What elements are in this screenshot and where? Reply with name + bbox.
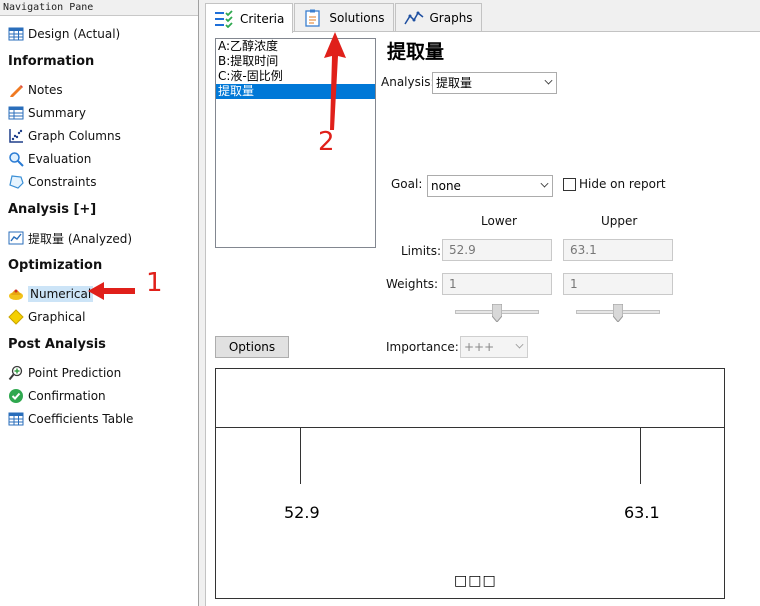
nav-item-label: Graph Columns (28, 129, 121, 143)
nav-item-label: Notes (28, 83, 63, 97)
navigation-pane-title: Navigation Pane (0, 0, 198, 16)
nav-item-label: Numerical (28, 286, 94, 302)
nav-item-constraints[interactable]: Constraints (8, 172, 96, 192)
annotation-arrow-1 (88, 282, 135, 300)
line-chart-icon (8, 231, 24, 245)
limits-label: Limits: (401, 244, 442, 258)
nav-item-numerical[interactable]: Numerical (8, 284, 94, 304)
lower-header: Lower (481, 214, 517, 228)
tab-strip: Criteria Solutions Graphs (205, 3, 483, 33)
analysis-dropdown-value: 提取量 (436, 76, 473, 90)
hide-on-report-checkbox[interactable] (563, 178, 576, 191)
green-check-icon (9, 389, 23, 403)
nav-item-label: 提取量 (Analyzed) (28, 231, 133, 246)
upper-weight-slider-thumb[interactable] (613, 304, 623, 322)
nav-item-label: Summary (28, 106, 86, 120)
nav-item-confirmation[interactable]: Confirmation (8, 386, 106, 406)
list-item[interactable]: B:提取时间 (216, 54, 375, 69)
tab-graphs[interactable]: Graphs (394, 3, 482, 32)
magnifier-icon (9, 152, 24, 167)
chevron-down-icon (540, 179, 549, 188)
graph-divider (216, 427, 724, 428)
hide-on-report-label: Hide on report (579, 177, 666, 191)
tab-solutions[interactable]: Solutions (294, 3, 394, 32)
clipboard-icon (305, 9, 321, 27)
nav-item-label: Graphical (28, 310, 86, 324)
upper-header: Upper (601, 214, 638, 228)
table-grid-icon (8, 412, 24, 426)
zoom-plus-icon (8, 365, 23, 381)
lower-weight-slider-thumb[interactable] (492, 304, 502, 322)
importance-dropdown[interactable]: +++ (460, 336, 528, 358)
weights-label: Weights: (386, 277, 439, 291)
list-item-selected[interactable]: 提取量 (216, 84, 375, 99)
nav-item-label: Point Prediction (28, 366, 122, 380)
section-header-information: Information (8, 54, 95, 69)
lower-weight-field[interactable]: 1 (442, 273, 552, 295)
upper-limit-value: 63.1 (624, 503, 660, 522)
scatter-plot-icon (9, 129, 23, 143)
nav-item-coefficients-table[interactable]: Coefficients Table (8, 409, 133, 429)
constraints-polygon-icon (9, 175, 24, 189)
nav-item-label: Coefficients Table (28, 412, 134, 426)
upper-limit-field[interactable]: 63.1 (563, 239, 673, 261)
options-button[interactable]: Options (215, 336, 289, 358)
nav-item-label: Constraints (28, 175, 97, 189)
tab-label: Solutions (329, 11, 385, 25)
nav-item-label: Evaluation (28, 152, 92, 166)
goal-dropdown-value: none (431, 179, 461, 193)
tab-label: Criteria (240, 11, 285, 26)
table-grid-icon (8, 106, 24, 120)
criteria-panel: A:乙醇浓度 B:提取时间 C:液-固比例 提取量 提取量 Analysis: … (205, 31, 760, 606)
yellow-diamond-icon (8, 309, 24, 325)
upper-weight-field[interactable]: 1 (563, 273, 673, 295)
upper-limit-marker (640, 428, 641, 484)
chevron-down-icon (544, 76, 553, 85)
list-item[interactable]: A:乙醇浓度 (216, 39, 375, 54)
response-title: 提取量 (387, 41, 445, 63)
nav-item-evaluation[interactable]: Evaluation (8, 149, 91, 169)
goal-label: Goal: (391, 177, 423, 191)
annotation-arrow-2 (324, 32, 346, 130)
criteria-icon (215, 9, 233, 28)
nav-item-summary[interactable]: Summary (8, 103, 86, 123)
factor-response-list[interactable]: A:乙醇浓度 B:提取时间 C:液-固比例 提取量 (215, 38, 376, 248)
list-item[interactable]: C:液-固比例 (216, 69, 375, 84)
table-grid-icon (8, 27, 24, 41)
chevron-down-icon (515, 340, 524, 349)
numerical-optimization-icon (9, 289, 23, 300)
section-header-analysis[interactable]: Analysis [+] (8, 202, 96, 217)
lower-limit-marker (300, 428, 301, 484)
nav-item-design[interactable]: Design (Actual) (8, 24, 120, 44)
analysis-label: Analysis: (381, 75, 435, 89)
nav-item-label: Confirmation (28, 389, 106, 403)
tab-label: Graphs (429, 11, 473, 25)
nav-item-graphical[interactable]: Graphical (8, 307, 85, 327)
tab-criteria[interactable]: Criteria (205, 3, 294, 33)
section-header-post-analysis: Post Analysis (8, 337, 106, 352)
nav-item-graph-columns[interactable]: Graph Columns (8, 126, 121, 146)
importance-dropdown-value: +++ (464, 340, 495, 354)
lower-limit-value: 52.9 (284, 503, 320, 522)
analysis-dropdown[interactable]: 提取量 (432, 72, 557, 94)
section-header-optimization: Optimization (8, 258, 103, 273)
graph-caption: □□□ (454, 573, 497, 589)
nav-item-notes[interactable]: Notes (8, 80, 63, 100)
pencil-icon (10, 85, 23, 97)
goal-dropdown[interactable]: none (427, 175, 553, 197)
nav-item-point-prediction[interactable]: Point Prediction (8, 363, 121, 383)
annotation-label-1: 1 (146, 268, 163, 298)
line-chart-icon (403, 11, 423, 25)
annotation-label-2: 2 (318, 127, 335, 157)
lower-limit-field[interactable]: 52.9 (442, 239, 552, 261)
desirability-graph: 52.9 63.1 □□□ (215, 368, 725, 599)
importance-label: Importance: (386, 340, 459, 354)
nav-item-analyzed-response[interactable]: 提取量 (Analyzed) (8, 228, 132, 248)
nav-item-label: Design (Actual) (28, 27, 121, 41)
